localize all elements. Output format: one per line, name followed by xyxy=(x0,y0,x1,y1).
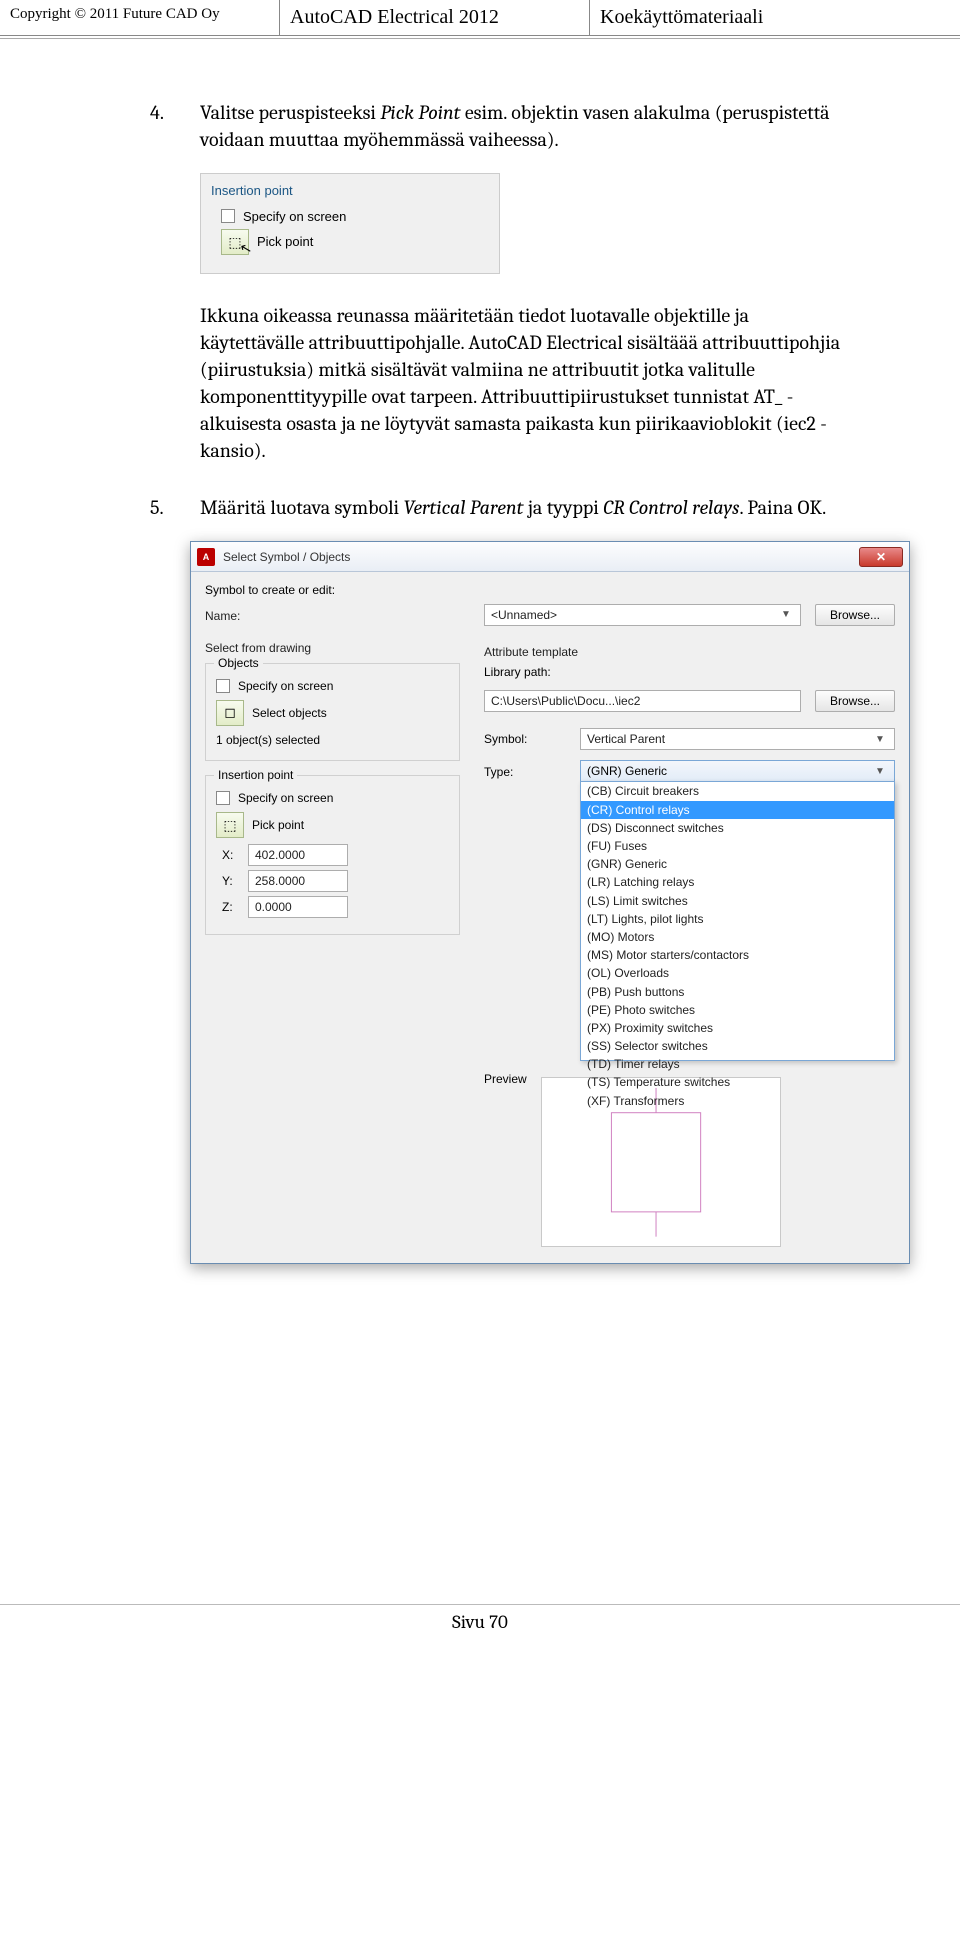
pick-point-button[interactable]: ⬚ ↖ xyxy=(221,229,249,255)
type-option[interactable]: (FU) Fuses xyxy=(581,837,894,855)
libpath-label: Library path: xyxy=(484,664,570,680)
y-label: Y: xyxy=(222,873,238,889)
step5-c: ja tyyppi xyxy=(523,496,603,519)
cursor-icon: ↖ xyxy=(238,238,254,259)
close-button[interactable]: ✕ xyxy=(859,547,903,567)
x-label: X: xyxy=(222,847,238,863)
step5-a: Määritä luotava symboli xyxy=(200,496,404,519)
page-footer: Sivu 70 xyxy=(0,1604,960,1633)
name-row: Name: xyxy=(205,608,460,624)
specify-label: Specify on screen xyxy=(243,208,346,226)
pickpoint-label: Pick point xyxy=(257,233,313,251)
dialog-title: Select Symbol / Objects xyxy=(223,549,859,565)
step-4-number: 4. xyxy=(150,99,200,153)
objects-legend: Objects xyxy=(214,655,263,671)
type-option[interactable]: (PB) Push buttons xyxy=(581,983,894,1001)
type-combo[interactable]: (GNR) Generic ▼ xyxy=(580,760,895,782)
ins-specify-label: Specify on screen xyxy=(238,790,333,806)
step-5-text: Määritä luotava symboli Vertical Parent … xyxy=(200,494,850,521)
type-option[interactable]: (PE) Photo switches xyxy=(581,1001,894,1019)
name-combo[interactable]: <Unnamed> ▼ xyxy=(484,604,801,626)
step5-d: CR Control relays xyxy=(603,496,739,519)
browse-button-2[interactable]: Browse... xyxy=(815,690,895,712)
name-label: Name: xyxy=(205,608,240,624)
step4-a: Valitse peruspisteeksi xyxy=(200,101,380,124)
x-input[interactable]: 402.0000 xyxy=(248,844,348,866)
chevron-down-icon: ▼ xyxy=(778,608,794,622)
info-paragraph: Ikkuna oikeassa reunassa määritetään tie… xyxy=(200,302,850,464)
objects-group: Objects Specify on screen ◻ Select objec… xyxy=(205,663,460,761)
insertion-group-label: Insertion point xyxy=(211,182,489,200)
type-option[interactable]: (TD) Timer relays xyxy=(581,1055,894,1073)
chevron-down-icon: ▼ xyxy=(872,733,888,747)
type-option[interactable]: (LR) Latching relays xyxy=(581,873,894,891)
insertion-legend: Insertion point xyxy=(214,767,297,783)
type-option[interactable]: (XF) Transformers xyxy=(581,1092,894,1110)
app-icon: A xyxy=(197,548,215,566)
type-option[interactable]: (GNR) Generic xyxy=(581,855,894,873)
step5-e: . Paina OK. xyxy=(739,496,826,519)
type-combo-value: (GNR) Generic xyxy=(587,763,667,779)
symbol-edit-label: Symbol to create or edit: xyxy=(205,582,460,598)
header-copyright: Copyright © 2011 Future CAD Oy xyxy=(0,0,280,35)
select-symbol-dialog: A Select Symbol / Objects ✕ Symbol to cr… xyxy=(190,541,910,1264)
specify-checkbox[interactable] xyxy=(221,209,235,223)
step4-b: Pick Point xyxy=(380,101,460,124)
dialog-titlebar: A Select Symbol / Objects ✕ xyxy=(191,542,909,572)
select-icon: ◻ xyxy=(224,703,236,722)
attr-template-label: Attribute template xyxy=(484,644,895,660)
dialog-right-column: <Unnamed> ▼ Browse... Attribute template… xyxy=(484,582,895,1247)
specify-row: Specify on screen xyxy=(221,208,489,226)
y-input[interactable]: 258.0000 xyxy=(248,870,348,892)
dialog-left-column: Symbol to create or edit: Name: Select f… xyxy=(205,582,460,1247)
preview-label: Preview xyxy=(484,1071,527,1247)
header-title: AutoCAD Electrical 2012 xyxy=(280,0,590,35)
close-icon: ✕ xyxy=(876,549,886,565)
step-5: 5. Määritä luotava symboli Vertical Pare… xyxy=(150,494,850,521)
type-option[interactable]: (CR) Control relays xyxy=(581,801,894,819)
step-4: 4. Valitse peruspisteeksi Pick Point esi… xyxy=(150,99,850,153)
symbol-label: Symbol: xyxy=(484,731,570,747)
step-5-number: 5. xyxy=(150,494,200,521)
ins-specify-checkbox[interactable] xyxy=(216,791,230,805)
insertion-group: Insertion point Specify on screen ⬚ Pick… xyxy=(205,775,460,935)
type-option[interactable]: (LT) Lights, pilot lights xyxy=(581,910,894,928)
select-objects-label: Select objects xyxy=(252,705,327,721)
type-label: Type: xyxy=(484,760,570,780)
pick-point-label-2: Pick point xyxy=(252,817,304,833)
type-option[interactable]: (SS) Selector switches xyxy=(581,1037,894,1055)
page-header: Copyright © 2011 Future CAD Oy AutoCAD E… xyxy=(0,0,960,36)
type-option[interactable]: (LS) Limit switches xyxy=(581,892,894,910)
pickpoint-row: ⬚ ↖ Pick point xyxy=(221,229,489,255)
pick-icon-2: ⬚ xyxy=(223,816,236,835)
dialog-body: Symbol to create or edit: Name: Select f… xyxy=(191,572,909,1263)
select-objects-button[interactable]: ◻ xyxy=(216,700,244,726)
type-option[interactable]: (MO) Motors xyxy=(581,928,894,946)
header-right: Koekäyttömateriaali xyxy=(590,0,960,35)
name-combo-value: <Unnamed> xyxy=(491,607,557,623)
page-content: 4. Valitse peruspisteeksi Pick Point esi… xyxy=(0,39,960,1344)
insertion-point-screenshot: Insertion point Specify on screen ⬚ ↖ Pi… xyxy=(200,173,500,274)
selected-count: 1 object(s) selected xyxy=(216,732,449,748)
libpath-input[interactable]: C:\Users\Public\Docu...\iec2 xyxy=(484,690,801,712)
z-label: Z: xyxy=(222,899,238,915)
step5-b: Vertical Parent xyxy=(404,496,524,519)
type-option[interactable]: (DS) Disconnect switches xyxy=(581,819,894,837)
type-option[interactable]: (OL) Overloads xyxy=(581,964,894,982)
type-option[interactable]: (CB) Circuit breakers xyxy=(581,782,894,800)
symbol-combo-value: Vertical Parent xyxy=(587,731,665,747)
step-4-text: Valitse peruspisteeksi Pick Point esim. … xyxy=(200,99,850,153)
chevron-down-icon: ▼ xyxy=(872,765,888,779)
symbol-combo[interactable]: Vertical Parent ▼ xyxy=(580,728,895,750)
browse-button-1[interactable]: Browse... xyxy=(815,604,895,626)
type-option[interactable]: (TS) Temperature switches xyxy=(581,1073,894,1091)
obj-specify-label: Specify on screen xyxy=(238,678,333,694)
type-option[interactable]: (PX) Proximity switches xyxy=(581,1019,894,1037)
type-dropdown[interactable]: (CB) Circuit breakers(CR) Control relays… xyxy=(580,781,895,1061)
pick-point-btn2[interactable]: ⬚ xyxy=(216,812,244,838)
obj-specify-checkbox[interactable] xyxy=(216,679,230,693)
type-option[interactable]: (MS) Motor starters/contactors xyxy=(581,946,894,964)
z-input[interactable]: 0.0000 xyxy=(248,896,348,918)
